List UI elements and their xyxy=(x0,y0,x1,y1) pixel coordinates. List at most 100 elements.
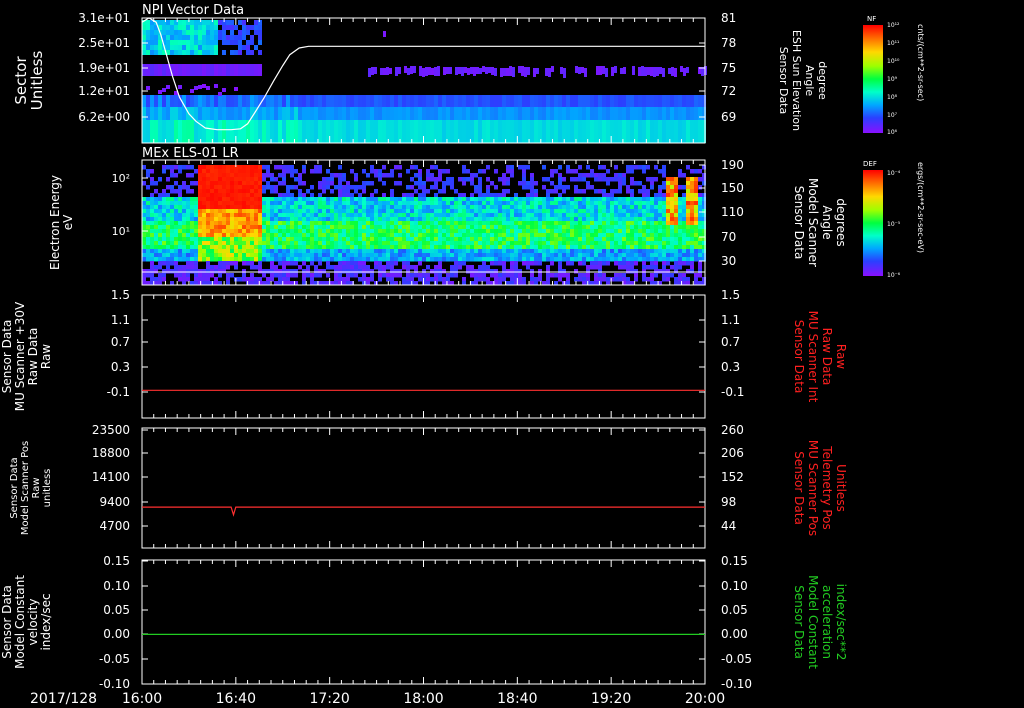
spectrogram-cell xyxy=(270,225,274,230)
spectrogram-cell xyxy=(358,229,362,234)
spectrogram-cell xyxy=(394,213,398,218)
spectrogram-cell xyxy=(558,273,562,278)
spectrogram-cell xyxy=(530,273,534,278)
spectrogram-cell xyxy=(466,257,470,262)
spectrogram-cell xyxy=(634,249,638,254)
spectrogram-cell xyxy=(174,201,178,206)
spectrogram-cell xyxy=(454,209,458,214)
spectrogram-cell xyxy=(654,120,658,143)
spectrogram-cell xyxy=(350,95,354,107)
spectrogram-cell xyxy=(578,67,581,74)
spectrogram-cell xyxy=(246,107,250,120)
spectrogram-cell xyxy=(214,249,218,254)
spectrogram-cell xyxy=(682,120,686,143)
spectrogram-cell xyxy=(342,213,346,218)
spectrogram-cell xyxy=(611,67,614,76)
spectrogram-cell xyxy=(462,277,466,282)
spectrogram-cell xyxy=(510,165,514,170)
spectrogram-cell xyxy=(694,241,698,246)
spectrogram-cell xyxy=(238,45,242,50)
spectrogram-cell xyxy=(486,249,490,254)
spectrogram-cell xyxy=(654,165,658,170)
spectrogram-cell xyxy=(598,209,602,214)
colorbar-nf-gradient xyxy=(863,25,883,133)
spectrogram-cell xyxy=(546,217,550,222)
spectrogram-cell xyxy=(575,66,578,73)
spectrogram-cell xyxy=(342,209,346,214)
spectrogram-cell xyxy=(406,257,410,262)
spectrogram-cell xyxy=(650,261,654,266)
spectrogram-cell xyxy=(246,189,250,194)
spectrogram-cell xyxy=(334,107,338,120)
spectrogram-cell xyxy=(318,217,322,222)
spectrogram-cell xyxy=(570,229,574,234)
spectrogram-cell xyxy=(214,197,218,202)
spectrogram-cell xyxy=(210,50,214,55)
spectrogram-cell xyxy=(546,253,550,258)
spectrogram-cell xyxy=(426,233,430,238)
spectrogram-cell xyxy=(394,197,398,202)
spectrogram-cell xyxy=(234,265,238,270)
spectrogram-cell xyxy=(330,249,334,254)
spectrogram-cell xyxy=(642,185,646,190)
spectrogram-cell xyxy=(242,213,246,218)
spectrogram-cell xyxy=(406,273,410,278)
spectrogram-cell xyxy=(598,221,602,226)
spectrogram-cell xyxy=(466,197,470,202)
spectrogram-cell xyxy=(222,257,226,262)
spectrogram-cell xyxy=(182,201,186,206)
y-tick-label-right: 98 xyxy=(721,495,736,509)
spectrogram-cell xyxy=(646,225,650,230)
spectrogram-cell xyxy=(370,165,374,170)
spectrogram-cell xyxy=(470,221,474,226)
spectrogram-cell xyxy=(174,213,178,218)
spectrogram-cell xyxy=(474,257,478,262)
spectrogram-cell xyxy=(662,193,666,198)
spectrogram-cell xyxy=(310,193,314,198)
spectrogram-cell xyxy=(442,221,446,226)
spectrogram-cell xyxy=(278,273,282,278)
spectrogram-cell xyxy=(446,233,450,238)
spectrogram-cell xyxy=(202,177,206,182)
spectrogram-cell xyxy=(498,261,502,266)
spectrogram-cell xyxy=(590,213,594,218)
spectrogram-cell xyxy=(402,213,406,218)
spectrogram-cell xyxy=(190,241,194,246)
spectrogram-cell xyxy=(482,249,486,254)
spectrogram-cell xyxy=(622,265,626,270)
spectrogram-cell xyxy=(630,107,634,120)
spectrogram-cell xyxy=(234,95,238,107)
spectrogram-cell xyxy=(618,217,622,222)
spectrogram-cell xyxy=(214,64,218,76)
spectrogram-cell xyxy=(614,253,618,258)
spectrogram-cell xyxy=(286,253,290,258)
spectrogram-cell xyxy=(214,173,218,178)
spectrogram-cell xyxy=(494,241,498,246)
spectrogram-cell xyxy=(478,237,482,242)
spectrogram-cell xyxy=(282,181,286,186)
spectrogram-cell xyxy=(378,213,382,218)
spectrogram-cell xyxy=(662,233,666,238)
spectrogram-cell xyxy=(494,213,498,218)
spectrogram-cell xyxy=(374,107,378,120)
y-tick-label-right: 69 xyxy=(721,110,736,124)
spectrogram-cell xyxy=(694,95,698,107)
spectrogram-cell xyxy=(394,107,398,120)
spectrogram-cell xyxy=(578,201,582,206)
spectrogram-cell xyxy=(512,67,515,77)
spectrogram-cell xyxy=(586,107,590,120)
spectrogram-cell xyxy=(246,205,250,210)
spectrogram-cell xyxy=(506,221,510,226)
spectrogram-cell xyxy=(454,201,458,206)
spectrogram-cell xyxy=(310,221,314,226)
spectrogram-cell xyxy=(314,209,318,214)
spectrogram-cell xyxy=(294,201,298,206)
spectrogram-cell xyxy=(366,249,370,254)
spectrogram-cell xyxy=(262,257,266,262)
spectrogram-cell xyxy=(466,120,470,143)
spectrogram-cell xyxy=(518,273,522,278)
spectrogram-cell xyxy=(510,169,514,174)
spectrogram-cell xyxy=(610,245,614,250)
spectrogram-cell xyxy=(150,95,154,107)
spectrogram-cell xyxy=(206,64,210,76)
